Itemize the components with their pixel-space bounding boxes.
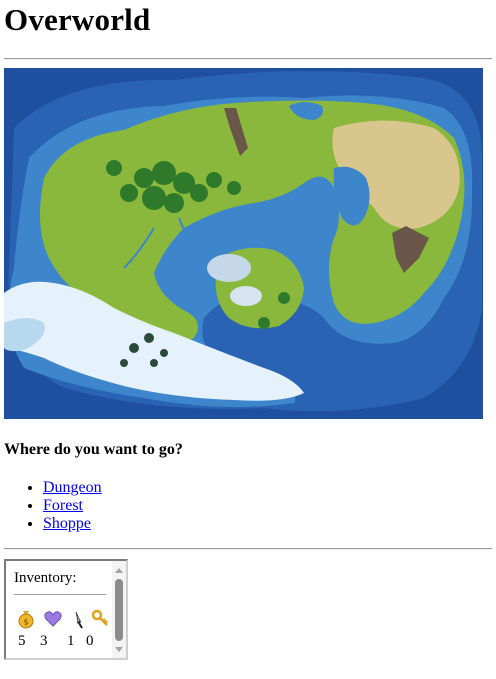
inventory-scrollbar[interactable] [112, 561, 126, 658]
page-title: Overworld [4, 2, 151, 37]
dagger-icon [70, 609, 88, 629]
list-item: Shoppe [43, 515, 102, 533]
inventory-panel[interactable]: Inventory: $ 5 3 1 0 [4, 559, 128, 660]
heart-count: 3 [40, 633, 48, 649]
destination-prompt: Where do you want to go? [4, 441, 183, 458]
destination-list: Dungeon Forest Shoppe [4, 479, 102, 533]
list-item: Forest [43, 497, 102, 515]
scroll-down-arrow-icon[interactable] [115, 647, 123, 652]
bottom-divider [4, 548, 492, 550]
forest-link[interactable]: Forest [43, 497, 83, 514]
inventory-title: Inventory: [14, 570, 77, 586]
heart-icon [44, 609, 62, 629]
inventory-divider [14, 594, 106, 595]
top-divider [4, 58, 492, 60]
key-icon [91, 609, 109, 629]
volcano-smoke [207, 254, 251, 282]
list-item: Dungeon [43, 479, 102, 497]
dagger-count: 1 [67, 633, 75, 649]
dungeon-link[interactable]: Dungeon [43, 479, 102, 496]
overworld-map [4, 68, 483, 419]
money-bag-icon: $ [17, 609, 35, 629]
scroll-up-arrow-icon[interactable] [115, 568, 123, 573]
svg-text:$: $ [23, 618, 28, 627]
key-count: 0 [86, 633, 94, 649]
money-count: 5 [18, 633, 26, 649]
shoppe-link[interactable]: Shoppe [43, 515, 91, 532]
volcano-smoke [230, 286, 262, 306]
scroll-thumb[interactable] [115, 579, 123, 641]
